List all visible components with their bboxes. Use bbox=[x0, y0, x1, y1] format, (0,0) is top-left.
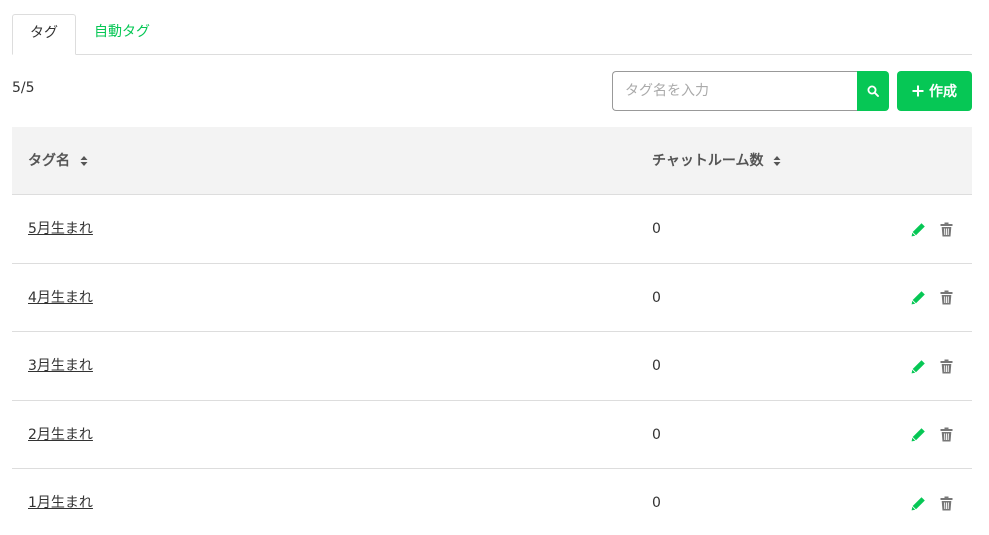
delete-button[interactable] bbox=[938, 358, 954, 374]
tag-count: 5/5 bbox=[12, 80, 35, 96]
tag-name-link[interactable]: 4月生まれ bbox=[28, 264, 93, 332]
table-row: 2月生まれ 0 bbox=[12, 401, 972, 469]
table-header: タグ名 チャットルーム数 bbox=[12, 127, 972, 195]
pencil-icon bbox=[911, 222, 925, 236]
trash-icon bbox=[940, 222, 952, 236]
row-actions bbox=[910, 221, 954, 237]
chatroom-count: 0 bbox=[652, 289, 661, 306]
edit-button[interactable] bbox=[910, 427, 926, 443]
table-row: 4月生まれ 0 bbox=[12, 264, 972, 332]
pencil-icon bbox=[911, 359, 925, 373]
create-button-label: 作成 bbox=[929, 84, 957, 100]
delete-button[interactable] bbox=[938, 290, 954, 306]
tab-bar: タグ 自動タグ bbox=[12, 14, 972, 55]
tag-name-link[interactable]: 5月生まれ bbox=[28, 195, 93, 263]
plus-icon bbox=[912, 85, 924, 97]
chatroom-count: 0 bbox=[652, 495, 661, 511]
row-actions bbox=[910, 495, 954, 511]
search-icon bbox=[867, 85, 879, 97]
row-actions bbox=[910, 358, 954, 374]
tag-name-link[interactable]: 3月生まれ bbox=[28, 332, 93, 400]
edit-button[interactable] bbox=[910, 358, 926, 374]
delete-button[interactable] bbox=[938, 427, 954, 443]
trash-icon bbox=[940, 290, 952, 305]
table-row: 5月生まれ 0 bbox=[12, 195, 972, 264]
edit-button[interactable] bbox=[910, 495, 926, 511]
tag-name-link[interactable]: 1月生まれ bbox=[28, 469, 93, 535]
delete-button[interactable] bbox=[938, 221, 954, 237]
search-box bbox=[612, 71, 889, 111]
tag-name-link[interactable]: 2月生まれ bbox=[28, 401, 93, 469]
table-row: 1月生まれ 0 bbox=[12, 469, 972, 535]
chatroom-count: 0 bbox=[652, 426, 661, 443]
pencil-icon bbox=[911, 496, 925, 510]
trash-icon bbox=[940, 427, 952, 442]
sort-icon bbox=[80, 156, 88, 166]
chatroom-count: 0 bbox=[652, 221, 661, 237]
create-tag-button[interactable]: 作成 bbox=[897, 71, 972, 111]
tag-management-page: タグ 自動タグ 5/5 作成 タグ名 bbox=[0, 0, 989, 535]
column-header-chatroom-count[interactable]: チャットルーム数 bbox=[652, 127, 781, 195]
sort-icon bbox=[773, 156, 781, 166]
delete-button[interactable] bbox=[938, 495, 954, 511]
trash-icon bbox=[940, 359, 952, 373]
pencil-icon bbox=[911, 291, 925, 305]
edit-button[interactable] bbox=[910, 221, 926, 237]
edit-button[interactable] bbox=[910, 290, 926, 306]
column-header-tag-name[interactable]: タグ名 bbox=[28, 127, 88, 195]
tab-tags[interactable]: タグ bbox=[12, 14, 76, 55]
table-row: 3月生まれ 0 bbox=[12, 332, 972, 401]
trash-icon bbox=[940, 496, 952, 510]
pencil-icon bbox=[911, 428, 925, 442]
chatroom-count: 0 bbox=[652, 358, 661, 374]
column-header-tag-name-label: タグ名 bbox=[28, 153, 70, 169]
column-header-chatroom-count-label: チャットルーム数 bbox=[652, 153, 764, 169]
row-actions bbox=[910, 290, 954, 306]
search-button[interactable] bbox=[857, 71, 889, 111]
search-input[interactable] bbox=[612, 71, 857, 111]
tag-table: タグ名 チャットルーム数 5月生まれ 0 4月生まれ 0 3月生まれ 0 2月生… bbox=[12, 127, 972, 535]
tab-auto-tags[interactable]: 自動タグ bbox=[78, 14, 166, 55]
row-actions bbox=[910, 427, 954, 443]
